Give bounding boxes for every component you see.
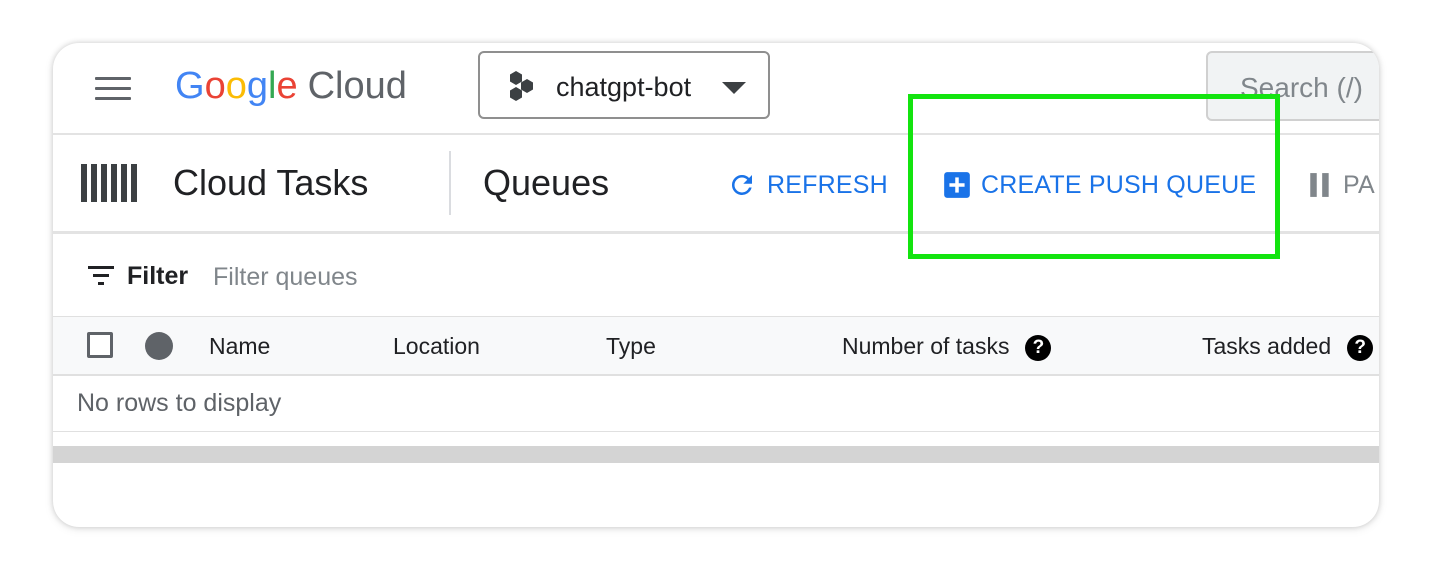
column-header-name[interactable]: Name — [209, 333, 270, 359]
table-header: Name Location Type Number of tasks? Task… — [53, 316, 1379, 376]
page-title: Queues — [483, 162, 610, 203]
column-header-label: Tasks added — [1202, 333, 1332, 359]
select-all-checkbox[interactable] — [87, 332, 113, 358]
empty-table-message: No rows to display — [77, 389, 282, 417]
search-input[interactable] — [1238, 65, 1379, 111]
console-card: GoogleCloud chatgpt-bot Cloud Tasks Queu… — [53, 43, 1379, 527]
refresh-button[interactable]: REFRESH — [727, 165, 888, 205]
top-app-bar: Google Cloud chatgpt-bot — [53, 43, 1379, 135]
google-cloud-logo[interactable]: Google Cloud — [175, 63, 407, 109]
add-box-icon — [944, 172, 970, 198]
project-hexagons-icon — [510, 71, 533, 101]
refresh-label: REFRESH — [767, 170, 888, 199]
column-header-location[interactable]: Location — [393, 333, 480, 359]
column-header-label: Number of tasks — [842, 333, 1010, 359]
pause-label: PA — [1343, 170, 1375, 199]
product-title: Cloud Tasks — [173, 162, 369, 203]
title-divider — [449, 151, 451, 215]
pause-queue-button[interactable]: PA — [1307, 165, 1375, 205]
filter-bar: Filter — [53, 234, 1379, 316]
hamburger-icon[interactable] — [95, 77, 131, 101]
product-action-bar: Cloud Tasks Queues REFRESH CREATE PUSH Q… — [53, 135, 1379, 234]
refresh-icon — [731, 174, 752, 195]
create-push-queue-button[interactable]: CREATE PUSH QUEUE — [943, 165, 1256, 205]
filter-input[interactable] — [211, 256, 615, 298]
column-header-type[interactable]: Type — [606, 333, 656, 359]
search-box[interactable] — [1206, 51, 1379, 121]
caret-down-icon — [722, 82, 746, 94]
project-name: chatgpt-bot — [556, 72, 692, 102]
filter-label: Filter — [127, 262, 189, 290]
table-bottom-divider — [53, 431, 1379, 432]
status-column-icon — [145, 332, 173, 360]
help-circle-icon[interactable]: ? — [1347, 334, 1374, 361]
project-picker[interactable]: chatgpt-bot — [478, 51, 770, 119]
create-push-queue-label: CREATE PUSH QUEUE — [981, 170, 1257, 199]
horizontal-scrollbar[interactable] — [53, 446, 1379, 463]
column-header-number-of-tasks[interactable]: Number of tasks? — [842, 333, 1052, 361]
help-circle-icon[interactable]: ? — [1025, 334, 1052, 361]
column-header-tasks-added[interactable]: Tasks added? — [1202, 333, 1374, 361]
pause-icon — [1310, 173, 1329, 197]
cloud-tasks-icon — [81, 164, 137, 202]
filter-list-icon[interactable] — [88, 266, 114, 286]
